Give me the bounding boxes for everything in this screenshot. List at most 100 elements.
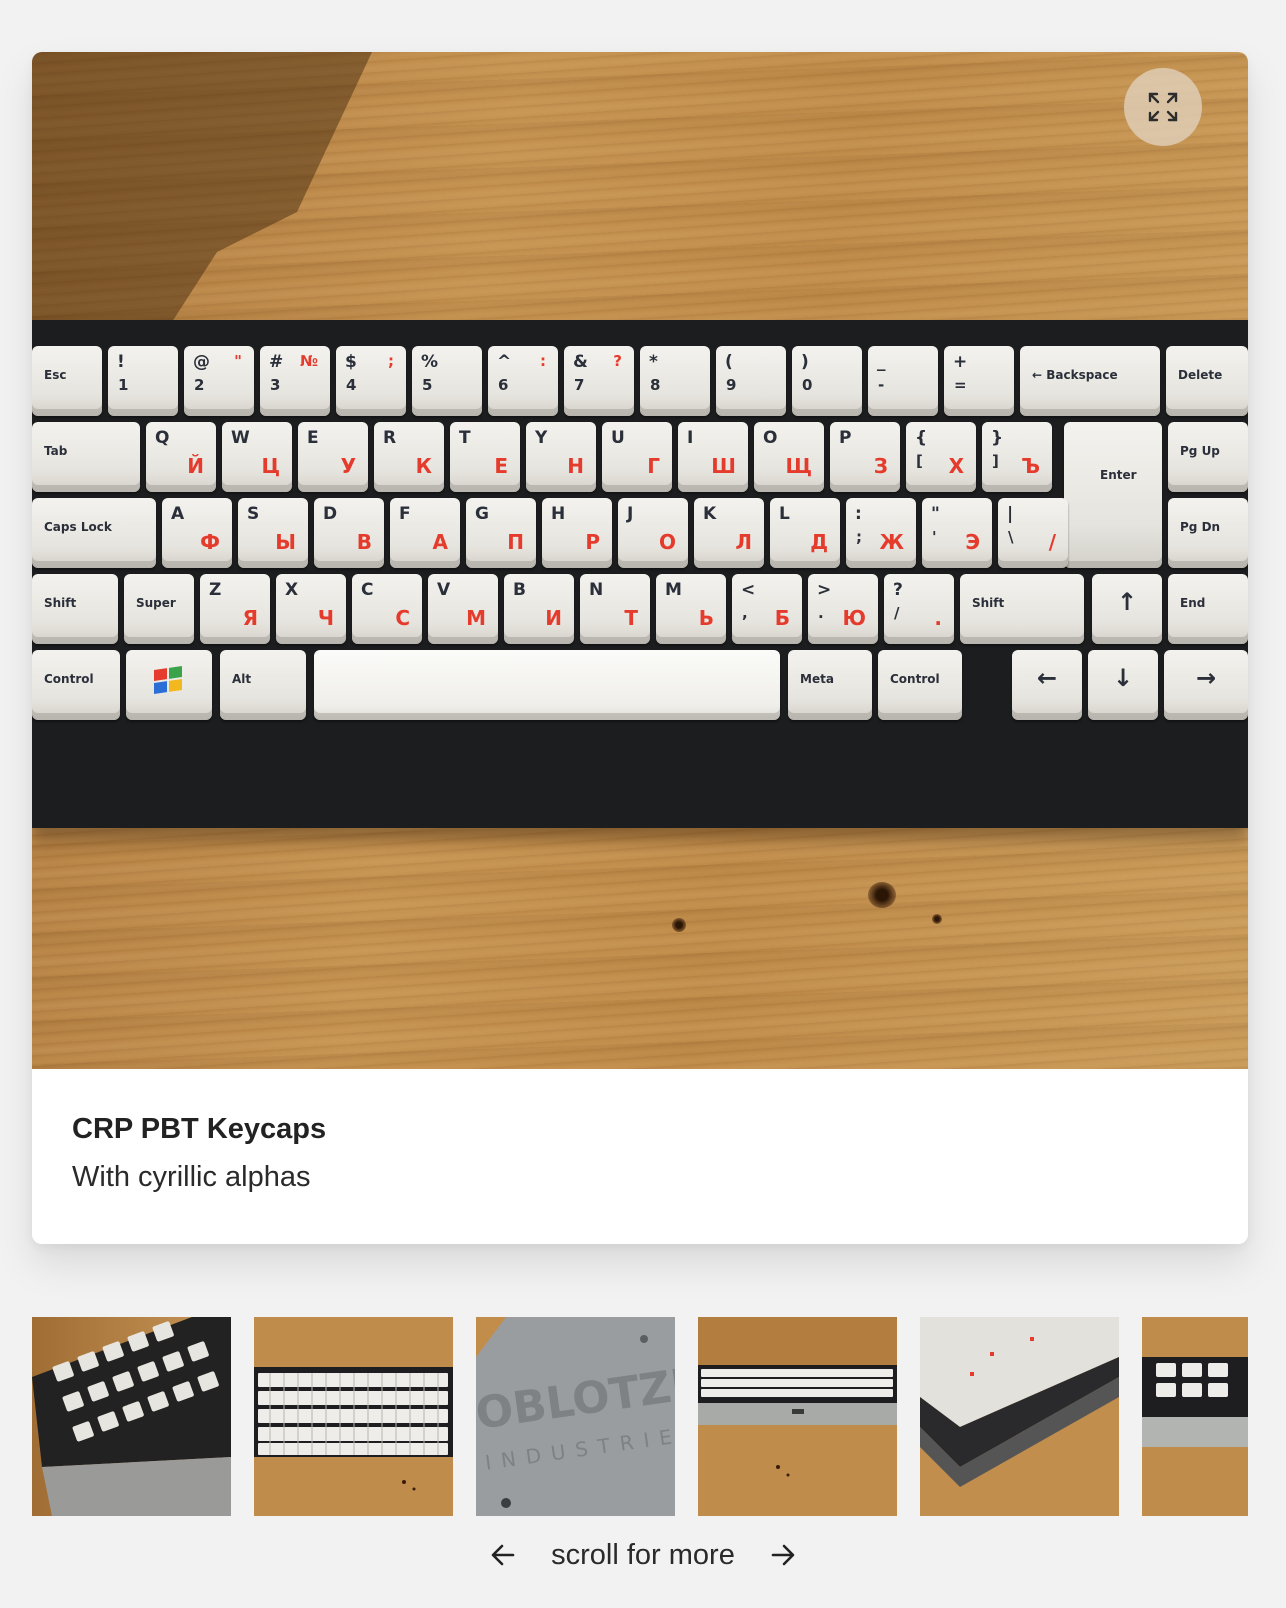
keycap: Caps Lock [32, 498, 156, 568]
key-cyrillic-legend: П [507, 530, 524, 554]
key-cyrillic-legend: Т [624, 606, 638, 630]
product-title: CRP PBT Keycaps [72, 1113, 327, 1145]
key-secondary-legend: 9 [726, 376, 737, 394]
keyboard-side-photo [920, 1317, 1119, 1516]
key-primary-legend: ) [801, 352, 809, 372]
keycap: Enter [1064, 422, 1162, 568]
keycap: SЫ [238, 498, 308, 568]
arrow-right-icon [771, 1544, 795, 1566]
keyboard-top-photo [254, 1317, 453, 1516]
key-cyrillic-legend: К [415, 454, 432, 478]
windows-logo-icon [154, 666, 182, 694]
keycap: ← Backspace [1020, 346, 1160, 416]
key-secondary-legend: 8 [650, 376, 661, 394]
thumbnail-5[interactable] [920, 1317, 1119, 1516]
key-primary-legend: Q [155, 428, 170, 448]
key-cyrillic-shift-legend: : [540, 352, 546, 370]
key-primary-legend: N [589, 580, 604, 600]
scroll-hint: scroll for more [551, 1538, 735, 1571]
keycap: | \ / [998, 498, 1068, 568]
key-cyrillic-legend: В [356, 530, 372, 554]
key-cyrillic-legend: Б [774, 606, 790, 630]
key-primary-legend: P [839, 428, 852, 448]
key-arrow-legend: ← [1036, 664, 1058, 692]
keycap: ↓ [1088, 650, 1158, 720]
keycap: PЗ [830, 422, 900, 492]
key-modifier-legend: ← Backspace [1032, 368, 1118, 382]
keycap: NТ [580, 574, 650, 644]
case-bottom-photo: OBLOTZKY INDUSTRIES [476, 1317, 675, 1516]
key-cyrillic-legend: С [395, 606, 410, 630]
keycap: {[Х [906, 422, 976, 492]
keyboard-front-photo [698, 1317, 897, 1516]
key-cyrillic-legend: З [873, 454, 888, 478]
key-modifier-legend: Delete [1178, 368, 1223, 382]
keycap: Pg Up [1168, 422, 1248, 492]
keycap: Pg Dn [1168, 498, 1248, 568]
keycap: RК [374, 422, 444, 492]
key-modifier-legend: Alt [232, 672, 252, 686]
key-primary-legend: X [285, 580, 299, 600]
keycap [126, 650, 212, 720]
product-photo[interactable]: Esc! 1 @2 " #3 № $4;% 5 ^ 6: & 7? * 8(9) 0 _ - + = ← Backsp… [32, 52, 1248, 1069]
keycap: ZЯ [200, 574, 270, 644]
expand-button[interactable] [1124, 68, 1202, 146]
key-modifier-legend: Caps Lock [44, 520, 112, 534]
thumbnail-1[interactable] [32, 1317, 231, 1516]
thumbnail-4[interactable] [698, 1317, 897, 1516]
key-cyrillic-legend: Л [735, 530, 752, 554]
key-secondary-legend: 5 [422, 376, 433, 394]
key-cyrillic-legend: Р [585, 530, 600, 554]
key-primary-legend: E [307, 428, 319, 448]
thumbnail-6[interactable] [1142, 1317, 1248, 1516]
key-primary-legend: _ [877, 352, 886, 372]
key-cyrillic-shift-legend: ? [613, 352, 622, 370]
keycap: + = [944, 346, 1014, 416]
key-primary-legend: % [421, 352, 439, 372]
key-cyrillic-legend: Э [965, 530, 980, 554]
keycap: Shift [32, 574, 118, 644]
next-button[interactable] [765, 1537, 801, 1573]
wood-knot [672, 918, 686, 932]
key-secondary-legend: 0 [802, 376, 813, 394]
thumbnail-3[interactable]: OBLOTZKY INDUSTRIES [476, 1317, 675, 1516]
key-cyrillic-legend: Х [948, 454, 964, 478]
key-cyrillic-legend: О [658, 530, 676, 554]
key-modifier-legend: Control [44, 672, 94, 686]
keyboard-angle-photo [32, 1317, 231, 1516]
keycap: >. Ю [808, 574, 878, 644]
key-modifier-legend: Control [890, 672, 940, 686]
key-cyrillic-legend: / [1048, 530, 1056, 554]
key-primary-legend: | [1007, 504, 1014, 524]
key-primary-legend: I [687, 428, 694, 448]
keycap: IШ [678, 422, 748, 492]
key-primary-legend: K [703, 504, 717, 524]
key-cyrillic-legend: Г [647, 454, 660, 478]
key-cyrillic-legend: Я [242, 606, 258, 630]
keycap [314, 650, 780, 720]
pager: scroll for more [0, 1530, 1286, 1580]
key-cyrillic-legend: Щ [785, 454, 812, 478]
expand-icon [1148, 92, 1178, 122]
key-primary-legend: # [269, 352, 284, 372]
key-cyrillic-legend: И [545, 606, 562, 630]
key-cyrillic-legend: А [432, 530, 448, 554]
keycap: Shift [960, 574, 1084, 644]
key-cyrillic-legend: Ы [275, 530, 296, 554]
prev-button[interactable] [485, 1537, 521, 1573]
keycap: ! 1 [108, 346, 178, 416]
key-primary-legend: Y [535, 428, 548, 448]
keycap: VМ [428, 574, 498, 644]
keycap: FА [390, 498, 460, 568]
key-primary-legend: + [953, 352, 968, 372]
thumbnail-2[interactable] [254, 1317, 453, 1516]
thumbnail-strip[interactable]: OBLOTZKY INDUSTRIES [32, 1317, 1248, 1516]
keycap: YН [526, 422, 596, 492]
key-secondary-legend: ; [856, 528, 862, 546]
key-secondary-legend: ' [932, 528, 937, 546]
key-primary-legend: C [361, 580, 374, 600]
keycap: & 7? [564, 346, 634, 416]
key-cyrillic-legend: Ж [879, 530, 904, 554]
key-secondary-legend: 6 [498, 376, 509, 394]
keyboard-corner-photo [1142, 1317, 1248, 1516]
